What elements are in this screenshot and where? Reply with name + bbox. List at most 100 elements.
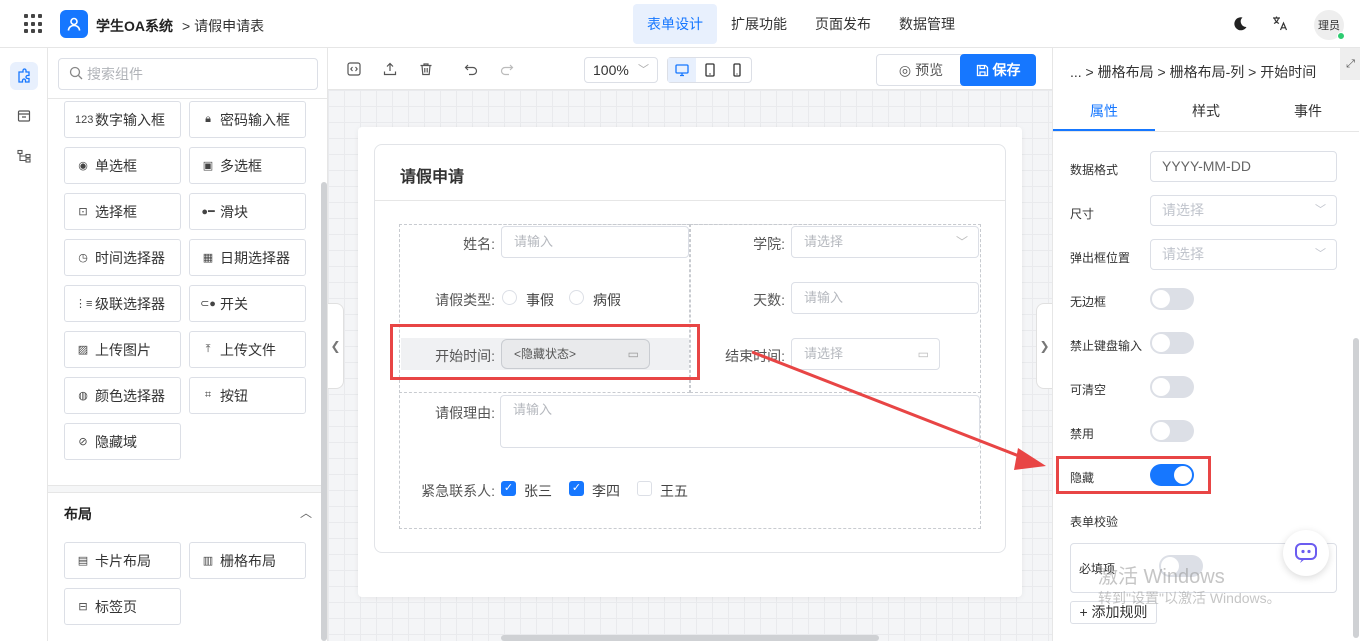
app-logo-icon	[60, 10, 88, 38]
preview-button[interactable]: ◎ 预览	[876, 54, 966, 86]
top-nav-tabs: 表单设计 扩展功能 页面发布 数据管理	[633, 4, 969, 44]
component-grid-layout[interactable]: ▥ 栅格布局	[189, 542, 306, 579]
export-icon[interactable]	[381, 60, 399, 78]
borderless-label: 无边框	[1070, 295, 1107, 309]
checkbox-lisi[interactable]: ✓	[569, 481, 584, 496]
save-button[interactable]: 保存	[960, 54, 1036, 86]
component-hidden-field[interactable]: ⊘ 隐藏域	[64, 423, 181, 460]
checkbox-label: 张三	[524, 483, 552, 499]
zoom-select[interactable]: 100% ﹀	[584, 57, 658, 83]
component-radio[interactable]: ◉ 单选框	[64, 147, 181, 184]
number-icon: 123	[75, 113, 94, 126]
end-time-placeholder: 请选择	[804, 346, 844, 361]
college-select[interactable]: 请选择 ﹀	[791, 226, 979, 258]
eye-off-icon: ⊘	[78, 436, 88, 448]
chevron-up-icon[interactable]: ︿	[300, 504, 312, 521]
delete-icon[interactable]	[417, 60, 435, 78]
image-icon: ▨	[77, 344, 89, 356]
layout-section-title[interactable]: 布局	[64, 504, 92, 524]
component-color-picker[interactable]: ◍ 颜色选择器	[64, 377, 181, 414]
avatar-text: 理员	[1318, 20, 1340, 32]
popup-position-select[interactable]: 请选择 ﹀	[1150, 239, 1337, 270]
card-title: 请假申请	[400, 169, 465, 186]
component-label: 日期选择器	[220, 249, 290, 266]
component-label: 标签页	[95, 598, 137, 615]
properties-tabs: 属性 样式 事件	[1053, 94, 1359, 132]
chevron-left-icon[interactable]: ❮	[328, 303, 344, 389]
chevron-down-icon: ﹀	[955, 235, 968, 249]
tablet-icon[interactable]	[696, 58, 724, 82]
breadcrumb[interactable]: > 请假申请表	[182, 16, 264, 36]
component-card-layout[interactable]: ▤ 卡片布局	[64, 542, 181, 579]
no-keyboard-toggle[interactable]	[1150, 332, 1194, 354]
slider-icon: ●━	[201, 206, 215, 218]
checkbox-zhangsan[interactable]: ✓	[501, 481, 516, 496]
translate-icon[interactable]	[1272, 15, 1288, 34]
component-switch[interactable]: ⊂● 开关	[189, 285, 306, 322]
component-checkbox[interactable]: ▣ 多选框	[189, 147, 306, 184]
days-input[interactable]: 请输入	[791, 282, 979, 314]
popup-position-label: 弹出框位置	[1070, 251, 1131, 265]
tab-attributes[interactable]: 属性	[1053, 94, 1155, 131]
dark-mode-icon[interactable]	[1232, 16, 1248, 32]
checkbox-wangwu[interactable]	[637, 481, 652, 496]
radio-personal-leave[interactable]	[502, 290, 517, 305]
component-slider[interactable]: ●━ 滑块	[189, 193, 306, 230]
code-icon[interactable]	[345, 60, 363, 78]
tab-extensions[interactable]: 扩展功能	[717, 4, 801, 44]
end-time-input[interactable]: 请选择 ▭	[791, 338, 940, 370]
component-password-input[interactable]: 🔒︎ 密码输入框	[189, 101, 306, 138]
search-input[interactable]	[87, 59, 307, 89]
tab-form-design[interactable]: 表单设计	[633, 4, 717, 44]
chevron-down-icon: ﹀	[1315, 204, 1326, 216]
reason-textarea[interactable]: 请输入	[500, 395, 980, 448]
borderless-toggle[interactable]	[1150, 288, 1194, 310]
size-placeholder: 请选择	[1162, 202, 1204, 218]
component-upload-image[interactable]: ▨ 上传图片	[64, 331, 181, 368]
end-time-label: 结束时间:	[725, 348, 785, 364]
tab-events[interactable]: 事件	[1257, 94, 1359, 131]
component-label: 隐藏域	[95, 433, 137, 450]
component-button[interactable]: ⌗ 按钮	[189, 377, 306, 414]
tree-structure-icon[interactable]	[10, 142, 38, 170]
component-tabs[interactable]: ⊟ 标签页	[64, 588, 181, 625]
component-cascader[interactable]: ⋮≡ 级联选择器	[64, 285, 181, 322]
tab-page-publish[interactable]: 页面发布	[801, 4, 885, 44]
component-upload-file[interactable]: ⤒ 上传文件	[189, 331, 306, 368]
data-format-input[interactable]: YYYY-MM-DD	[1150, 151, 1337, 182]
component-select[interactable]: ⊡ 选择框	[64, 193, 181, 230]
switch-icon: ⊂●	[200, 298, 216, 310]
canvas-horizontal-scrollbar[interactable]	[501, 635, 879, 641]
zoom-value: 100%	[593, 62, 629, 78]
redo-icon[interactable]	[498, 60, 516, 78]
apps-grid-icon[interactable]	[24, 14, 44, 34]
component-label: 单选框	[95, 157, 137, 174]
avatar[interactable]: 理员	[1314, 10, 1345, 40]
properties-scrollbar[interactable]	[1353, 338, 1359, 638]
palette-icon: ◍	[78, 390, 88, 402]
component-date-picker[interactable]: ▦ 日期选择器	[189, 239, 306, 276]
tab-styles[interactable]: 样式	[1155, 94, 1257, 131]
clearable-toggle[interactable]	[1150, 376, 1194, 398]
radio-sick-leave[interactable]	[569, 290, 584, 305]
assistant-chat-button[interactable]	[1283, 530, 1329, 576]
component-label: 数字输入框	[95, 111, 165, 128]
checkbox-icon: ▣	[202, 160, 214, 172]
mobile-icon[interactable]	[723, 58, 751, 82]
name-input[interactable]: 请输入	[501, 226, 689, 258]
chevron-right-icon[interactable]: ❯	[1036, 303, 1052, 389]
annotation-box-start-time	[390, 324, 700, 380]
expand-icon[interactable]: ⤢	[1340, 48, 1360, 80]
template-icon[interactable]	[10, 102, 38, 130]
size-select[interactable]: 请选择 ﹀	[1150, 195, 1337, 226]
tab-data-management[interactable]: 数据管理	[885, 4, 969, 44]
component-time-picker[interactable]: ◷ 时间选择器	[64, 239, 181, 276]
online-status-dot	[1337, 32, 1345, 40]
properties-breadcrumb[interactable]: ... > 栅格布局 > 栅格布局-列 > 开始时间	[1070, 62, 1316, 82]
components-icon[interactable]	[10, 62, 38, 90]
undo-icon[interactable]	[462, 60, 480, 78]
desktop-icon[interactable]	[668, 58, 696, 82]
component-number-input[interactable]: 123 数字输入框	[64, 101, 181, 138]
panel-scrollbar[interactable]	[321, 182, 327, 641]
disabled-toggle[interactable]	[1150, 420, 1194, 442]
